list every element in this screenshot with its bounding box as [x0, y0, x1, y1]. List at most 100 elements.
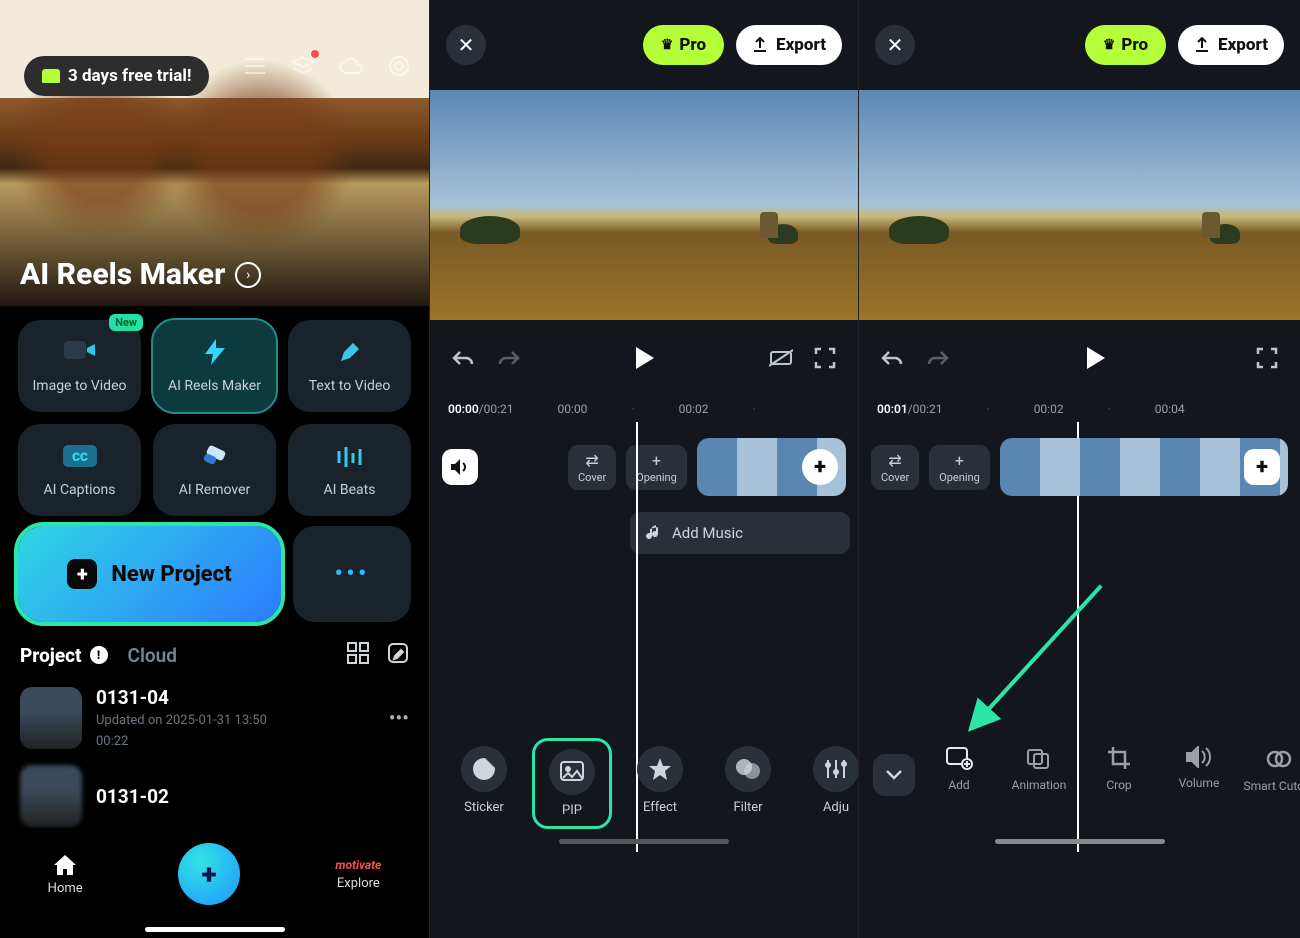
project-menu-icon[interactable]: •••: [389, 706, 409, 730]
play-button[interactable]: [1081, 343, 1111, 373]
project-item[interactable]: 0131-02: [0, 757, 429, 835]
pro-button[interactable]: ♛Pro: [643, 25, 724, 65]
timeline[interactable]: ⇄Cover +Opening + Add Music Sticker PIP …: [430, 422, 858, 852]
tab-cloud[interactable]: Cloud: [128, 644, 177, 667]
video-preview[interactable]: [859, 90, 1300, 320]
fullscreen-button[interactable]: [1252, 343, 1282, 373]
ruler-tick: 00:04: [1155, 402, 1185, 416]
close-button[interactable]: ✕: [446, 25, 486, 65]
effect-icon: [637, 746, 683, 792]
pro-label: Pro: [1121, 35, 1148, 55]
video-clip[interactable]: +: [1000, 438, 1288, 496]
timeline[interactable]: ⇄Cover +Opening + Add Animation Crop Vol…: [859, 422, 1300, 852]
nav-explore[interactable]: motivate Explore: [335, 858, 381, 891]
tool-effect[interactable]: Effect: [620, 738, 700, 823]
list-icon[interactable]: [241, 52, 269, 80]
more-button[interactable]: •••: [293, 526, 411, 622]
new-project-button[interactable]: + New Project: [18, 526, 281, 622]
editor-screen-tools: ✕ ♛Pro Export 00:00/00:21 00:00 · 00:02 …: [429, 0, 858, 938]
image-video-icon: [62, 338, 98, 366]
nav-create-button[interactable]: +: [178, 843, 240, 905]
tool-pip[interactable]: PIP: [532, 738, 612, 829]
motivate-icon: motivate: [335, 858, 381, 872]
cc-icon: CC: [62, 442, 98, 470]
feature-text-to-video[interactable]: Text to Video: [288, 320, 411, 412]
tool-label: Animation: [1012, 778, 1067, 792]
trial-text: 3 days free trial!: [68, 66, 191, 86]
tool-adjust[interactable]: Adju: [796, 738, 858, 823]
new-badge: New: [109, 314, 143, 331]
time-ruler[interactable]: 00:01/00:21 · 00:02 · 00:04: [859, 396, 1300, 422]
cover-chip[interactable]: ⇄Cover: [871, 445, 919, 490]
tool-sticker[interactable]: Sticker: [444, 738, 524, 823]
video-clip[interactable]: +: [697, 438, 846, 496]
collapse-button[interactable]: [873, 754, 915, 796]
free-trial-pill[interactable]: 3 days free trial!: [24, 56, 209, 96]
ruler-tick: 00:00: [558, 402, 588, 416]
upload-icon: [1194, 37, 1210, 53]
project-thumbnail: [20, 765, 82, 827]
grid-view-icon[interactable]: [347, 642, 369, 668]
edit-icon[interactable]: [387, 642, 409, 668]
fullscreen-button[interactable]: [810, 343, 840, 373]
feature-ai-captions[interactable]: CC AI Captions: [18, 424, 141, 516]
add-overlay-icon: [945, 746, 973, 770]
opening-chip[interactable]: +Opening: [929, 445, 990, 490]
time-total: 00:21: [913, 402, 943, 416]
bottom-nav: Home + motivate Explore: [0, 828, 429, 938]
settings-icon[interactable]: [385, 52, 413, 80]
close-button[interactable]: ✕: [875, 25, 915, 65]
cloud-icon[interactable]: [337, 52, 365, 80]
feature-image-to-video[interactable]: New Image to Video: [18, 320, 141, 412]
pro-button[interactable]: ♛Pro: [1085, 25, 1166, 65]
home-indicator: [559, 839, 729, 844]
hero-title: AI Reels Maker: [20, 257, 225, 292]
redo-button[interactable]: [494, 343, 524, 373]
tool-label: Add: [948, 778, 969, 792]
project-name: 0131-02: [96, 785, 409, 808]
cover-label: Cover: [578, 471, 606, 484]
tool-smart-cutout[interactable]: Smart Cutout: [1243, 738, 1300, 801]
player-controls: [859, 320, 1300, 396]
time-total: 00:21: [484, 402, 514, 416]
feature-ai-remover[interactable]: AI Remover: [153, 424, 276, 516]
feature-ai-beats[interactable]: AI Beats: [288, 424, 411, 516]
hero-title-row[interactable]: AI Reels Maker ›: [20, 257, 261, 292]
tool-animation[interactable]: Animation: [1003, 738, 1075, 800]
nav-explore-label: Explore: [337, 876, 380, 891]
add-music-button[interactable]: Add Music: [630, 512, 850, 554]
cover-chip[interactable]: ⇄Cover: [568, 445, 616, 490]
undo-button[interactable]: [448, 343, 478, 373]
tool-label: Effect: [643, 800, 677, 815]
project-item[interactable]: 0131-04 Updated on 2025-01-31 13:50 00:2…: [0, 678, 429, 757]
export-button[interactable]: Export: [1178, 25, 1284, 65]
tool-crop[interactable]: Crop: [1083, 738, 1155, 800]
undo-button[interactable]: [877, 343, 907, 373]
upload-icon: [752, 37, 768, 53]
tool-label: Filter: [733, 800, 762, 815]
export-button[interactable]: Export: [736, 25, 842, 65]
layers-icon[interactable]: [289, 52, 317, 80]
play-button[interactable]: [630, 343, 660, 373]
tool-volume[interactable]: Volume: [1163, 738, 1235, 798]
tool-add[interactable]: Add: [923, 738, 995, 800]
add-music-label: Add Music: [672, 524, 743, 542]
nav-home[interactable]: Home: [48, 853, 83, 896]
video-preview[interactable]: [430, 90, 858, 320]
add-clip-button[interactable]: +: [1244, 449, 1280, 485]
add-clip-button[interactable]: +: [802, 449, 838, 485]
tab-project[interactable]: Project !: [20, 644, 108, 667]
cover-label: Cover: [881, 471, 909, 484]
tool-filter[interactable]: Filter: [708, 738, 788, 823]
plus-icon: +: [67, 559, 97, 589]
time-ruler[interactable]: 00:00/00:21 00:00 · 00:02 ·: [430, 396, 858, 422]
mute-button[interactable]: [442, 449, 478, 485]
nav-home-label: Home: [48, 881, 83, 896]
time-current: 00:01: [877, 402, 908, 416]
new-project-label: New Project: [111, 562, 231, 587]
feature-ai-reels[interactable]: AI Reels Maker: [153, 320, 276, 412]
tool-rail: Add Animation Crop Volume Smart Cutout T…: [859, 732, 1300, 852]
redo-button[interactable]: [923, 343, 953, 373]
svg-text:CC: CC: [72, 450, 88, 464]
hdr-button[interactable]: [766, 343, 796, 373]
